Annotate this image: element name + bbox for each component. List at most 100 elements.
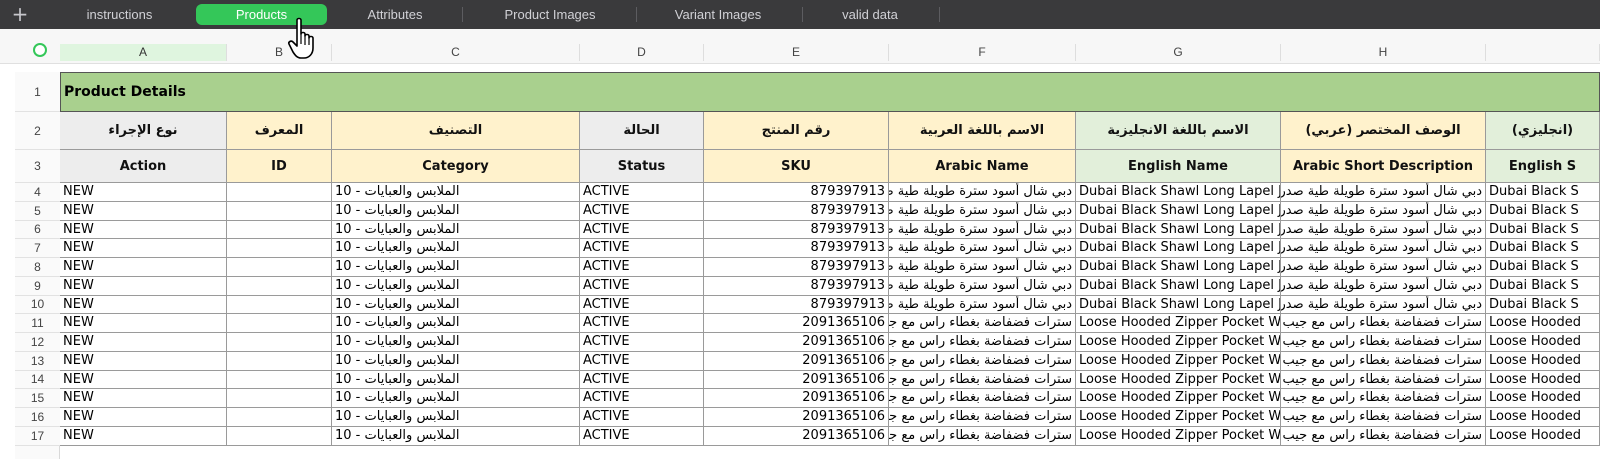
cell-english-short-description[interactable]: Loose Hooded (1486, 389, 1600, 408)
cell-english-short-description[interactable]: Dubai Black S (1486, 295, 1600, 315)
cell-id[interactable] (227, 314, 332, 333)
column-header-f[interactable]: F (889, 44, 1076, 61)
cell-action[interactable]: NEW (60, 201, 227, 221)
cell-sku[interactable]: 2091365106 (704, 370, 889, 390)
row-header[interactable]: 13 (15, 351, 60, 371)
cell-sku[interactable]: 879397913 (704, 183, 889, 202)
cell-sku[interactable]: 2091365106 (704, 351, 889, 371)
cell-status[interactable]: ACTIVE (580, 408, 704, 427)
cell-arabic-short-description[interactable]: دبي شال أسود سترة طويلة طية صدر السترة (1281, 183, 1486, 202)
header-arabic-short-desc-arabic[interactable]: الوصف المختصر (عربي) (1281, 112, 1486, 150)
cell-id[interactable] (227, 183, 332, 202)
header-arabic-name[interactable]: Arabic Name (889, 150, 1076, 183)
cell-action[interactable]: NEW (60, 183, 227, 202)
cell-category[interactable]: الملابس والعبايات - 10 (332, 201, 580, 221)
row-header[interactable]: 14 (15, 370, 60, 390)
cell-arabic-name[interactable]: دبي شال أسود سترة طويلة طية صدر ا (889, 276, 1076, 296)
column-header-a[interactable]: A (60, 44, 227, 61)
cell-arabic-short-description[interactable]: سترات فضفاضة بغطاء راس مع جيب بسحاب (1281, 426, 1486, 446)
cell-sku[interactable]: 879397913 (704, 276, 889, 296)
column-header-g[interactable]: G (1076, 44, 1281, 61)
cell-english-name[interactable]: Loose Hooded Zipper Pocket Won (1076, 333, 1281, 352)
header-action-arabic[interactable]: نوع الإجراء (60, 112, 227, 150)
cell-action[interactable]: NEW (60, 408, 227, 427)
tab-valid-data[interactable]: valid data (812, 4, 928, 25)
cell-category[interactable]: الملابس والعبايات - 10 (332, 370, 580, 390)
row-header[interactable]: 8 (15, 258, 60, 277)
cell-action[interactable]: NEW (60, 333, 227, 352)
cell-english-name[interactable]: Dubai Black Shawl Long Lapel Jack (1076, 276, 1281, 296)
cell-sku[interactable]: 2091365106 (704, 314, 889, 333)
cell-action[interactable]: NEW (60, 276, 227, 296)
cell-sku[interactable]: 2091365106 (704, 389, 889, 408)
header-action[interactable]: Action (60, 150, 227, 183)
cell-arabic-short-description[interactable]: سترات فضفاضة بغطاء راس مع جيب بسحاب (1281, 351, 1486, 371)
cell-english-short-description[interactable]: Dubai Black S (1486, 201, 1600, 221)
header-category[interactable]: Category (332, 150, 580, 183)
row-header[interactable]: 9 (15, 276, 60, 296)
column-header-i[interactable] (1486, 44, 1600, 61)
row-header[interactable]: 15 (15, 389, 60, 408)
cell-status[interactable]: ACTIVE (580, 389, 704, 408)
cell-english-short-description[interactable]: Loose Hooded (1486, 370, 1600, 390)
cell-id[interactable] (227, 351, 332, 371)
cell-sku[interactable]: 2091365106 (704, 333, 889, 352)
cell-category[interactable]: الملابس والعبايات - 10 (332, 333, 580, 352)
cell-sku[interactable]: 879397913 (704, 201, 889, 221)
header-status[interactable]: Status (580, 150, 704, 183)
cell-action[interactable]: NEW (60, 258, 227, 277)
row-header[interactable]: 16 (15, 408, 60, 427)
tab-product-images[interactable]: Product Images (475, 4, 625, 25)
cell-id[interactable] (227, 426, 332, 446)
cell-id[interactable] (227, 333, 332, 352)
cell-id[interactable] (227, 408, 332, 427)
cell-status[interactable]: ACTIVE (580, 351, 704, 371)
header-arabic-name-arabic[interactable]: الاسم باللغة العربية (889, 112, 1076, 150)
cell-arabic-short-description[interactable]: دبي شال أسود سترة طويلة طية صدر السترة (1281, 239, 1486, 258)
row-header[interactable]: 7 (15, 239, 60, 258)
cell-english-short-description[interactable]: Loose Hooded (1486, 408, 1600, 427)
cell-arabic-short-description[interactable]: دبي شال أسود سترة طويلة طية صدر السترة (1281, 201, 1486, 221)
cell-category[interactable]: الملابس والعبايات - 10 (332, 239, 580, 258)
column-header-d[interactable]: D (580, 44, 704, 61)
cell-arabic-name[interactable]: دبي شال أسود سترة طويلة طية صدر ا (889, 239, 1076, 258)
cell-english-short-description[interactable]: Dubai Black S (1486, 258, 1600, 277)
cell-status[interactable]: ACTIVE (580, 258, 704, 277)
cell-english-short-description[interactable]: Dubai Black S (1486, 239, 1600, 258)
row-header[interactable]: 11 (15, 314, 60, 333)
cell-arabic-name[interactable]: دبي شال أسود سترة طويلة طية صدر ا (889, 295, 1076, 315)
header-english-name[interactable]: English Name (1076, 150, 1281, 183)
cell-arabic-name[interactable]: سترات فضفاضة بغطاء راس مع جيب (889, 389, 1076, 408)
cell-english-name[interactable]: Loose Hooded Zipper Pocket Won (1076, 389, 1281, 408)
cell-category[interactable]: الملابس والعبايات - 10 (332, 276, 580, 296)
cell-id[interactable] (227, 389, 332, 408)
header-english-name-arabic[interactable]: الاسم باللغة الانجليزية (1076, 112, 1281, 150)
cell-english-short-description[interactable]: Dubai Black S (1486, 276, 1600, 296)
cell-arabic-short-description[interactable]: دبي شال أسود سترة طويلة طية صدر السترة (1281, 220, 1486, 240)
row-header[interactable]: 1 (15, 72, 60, 112)
header-english-short-desc-arabic[interactable]: (انجليزي) (1486, 112, 1600, 150)
cell-english-name[interactable]: Dubai Black Shawl Long Lapel Jack (1076, 201, 1281, 221)
cell-status[interactable]: ACTIVE (580, 333, 704, 352)
cell-category[interactable]: الملابس والعبايات - 10 (332, 314, 580, 333)
header-arabic-short-description[interactable]: Arabic Short Description (1281, 150, 1486, 183)
cell-english-name[interactable]: Dubai Black Shawl Long Lapel Jack (1076, 295, 1281, 315)
cell-sku[interactable]: 879397913 (704, 239, 889, 258)
cell-id[interactable] (227, 276, 332, 296)
cell-arabic-name[interactable]: سترات فضفاضة بغطاء راس مع جيب (889, 408, 1076, 427)
row-header[interactable]: 4 (15, 183, 60, 202)
row-header[interactable]: 10 (15, 295, 60, 315)
header-category-arabic[interactable]: التصنيف (332, 112, 580, 150)
cell-arabic-name[interactable]: دبي شال أسود سترة طويلة طية صدر ا (889, 183, 1076, 202)
cell-status[interactable]: ACTIVE (580, 276, 704, 296)
cell-id[interactable] (227, 201, 332, 221)
cell-action[interactable]: NEW (60, 239, 227, 258)
cell-english-name[interactable]: Loose Hooded Zipper Pocket Won (1076, 351, 1281, 371)
cell-english-name[interactable]: Loose Hooded Zipper Pocket Won (1076, 408, 1281, 427)
cell-arabic-short-description[interactable]: سترات فضفاضة بغطاء راس مع جيب بسحاب (1281, 389, 1486, 408)
cell-sku[interactable]: 879397913 (704, 220, 889, 240)
cell-category[interactable]: الملابس والعبايات - 10 (332, 408, 580, 427)
cell-id[interactable] (227, 239, 332, 258)
row-header[interactable]: 5 (15, 201, 60, 221)
cell-english-short-description[interactable]: Dubai Black S (1486, 220, 1600, 240)
